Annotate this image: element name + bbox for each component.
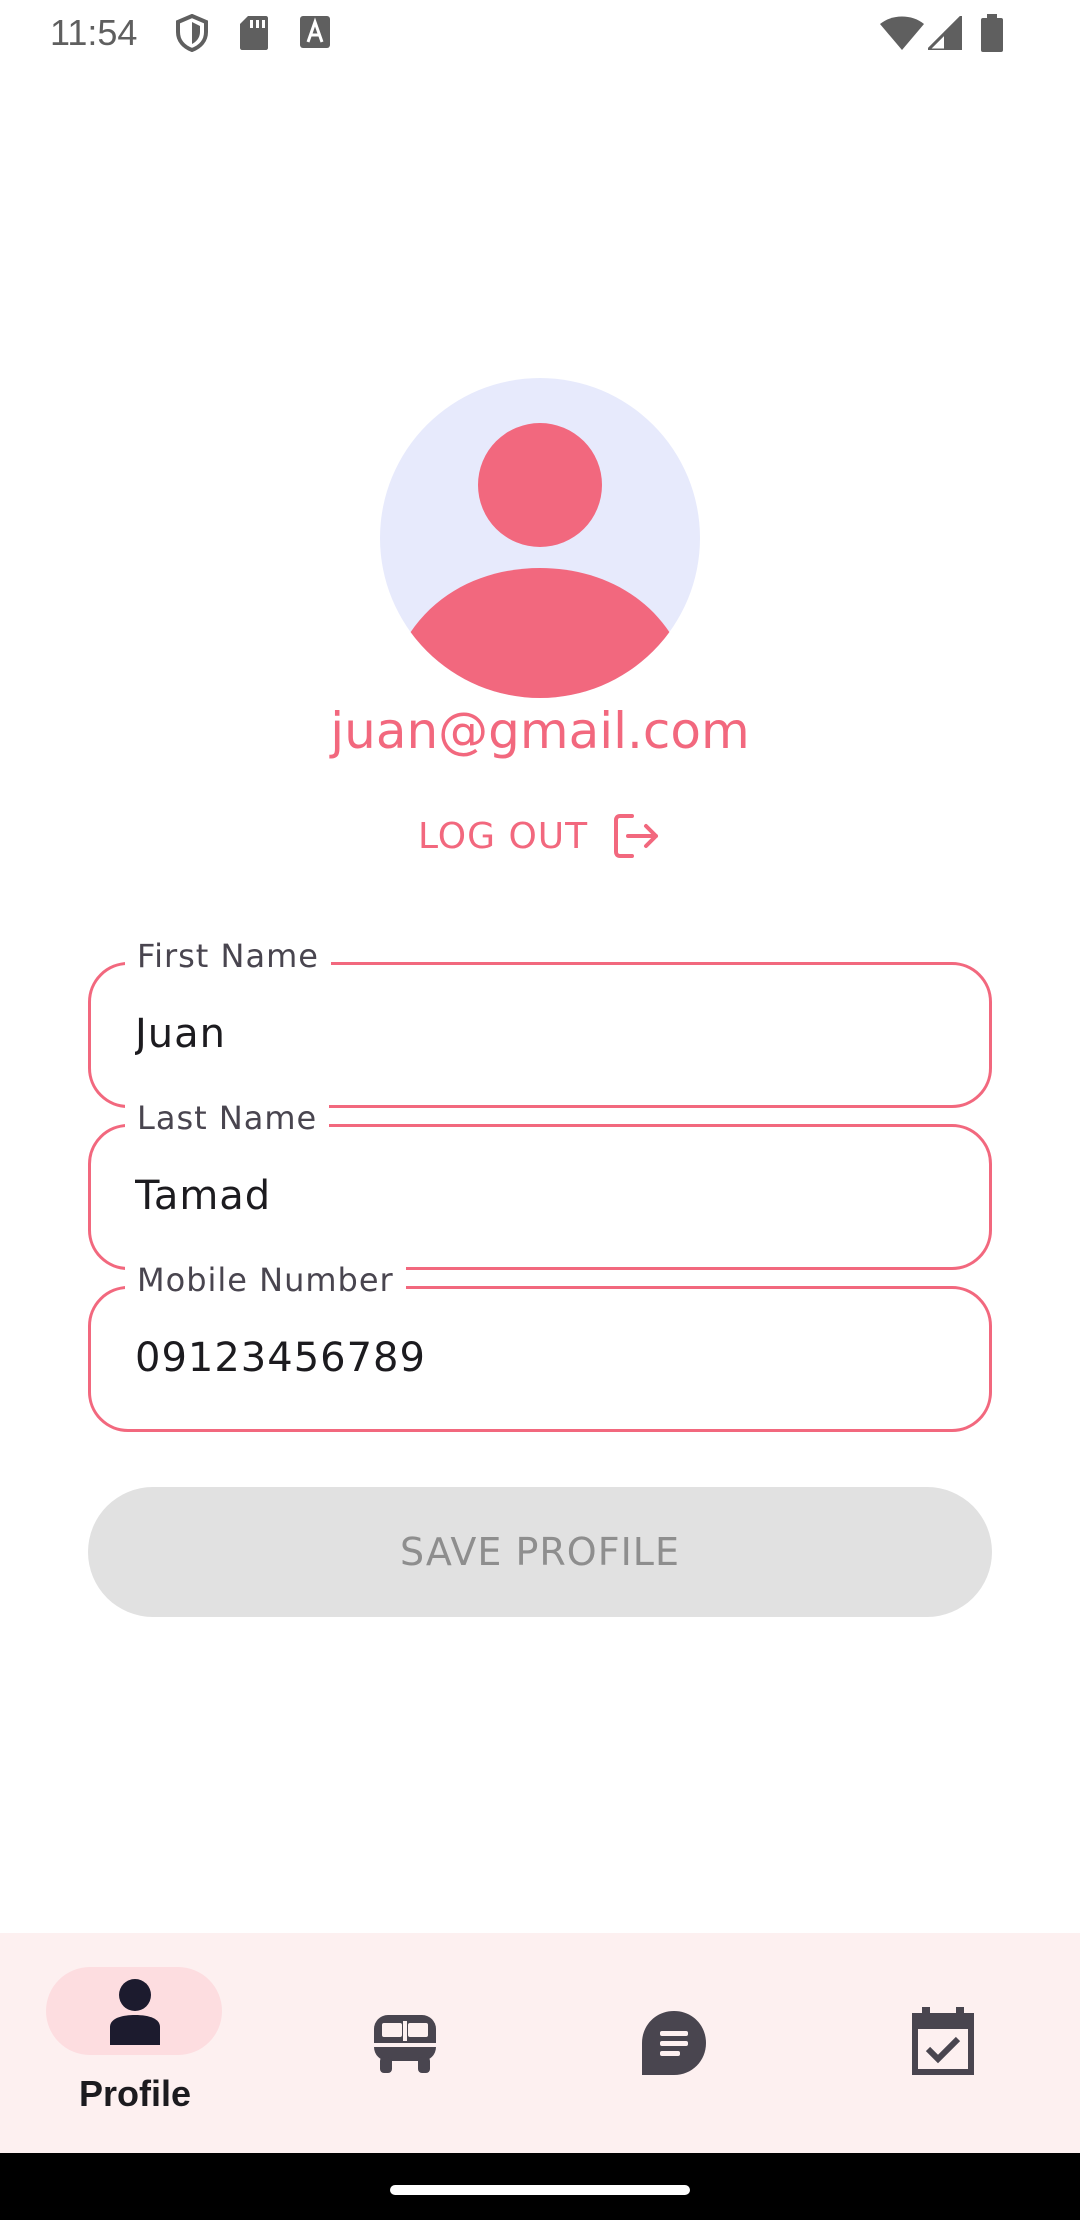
person-icon	[110, 1979, 160, 2045]
nav-label-profile: Profile	[78, 2073, 192, 2114]
mobile-number-input[interactable]	[135, 1335, 935, 1381]
nav-item-profile[interactable]: Profile	[0, 1933, 270, 2153]
status-bar: 11:54	[0, 0, 1080, 66]
status-time: 11:54	[50, 12, 138, 53]
person-avatar-icon	[380, 378, 700, 698]
first-name-label: First Name	[125, 937, 331, 975]
last-name-input[interactable]	[135, 1173, 935, 1219]
last-name-label: Last Name	[125, 1099, 330, 1137]
mobile-number-label: Mobile Number	[125, 1261, 406, 1299]
first-name-field[interactable]: First Name	[88, 937, 992, 1108]
user-email: juan@gmail.com	[330, 702, 750, 760]
home-gesture-handle[interactable]	[390, 2185, 690, 2195]
wifi-icon	[880, 16, 924, 50]
save-profile-button[interactable]: SAVE PROFILE	[88, 1487, 992, 1617]
logout-icon	[614, 814, 659, 858]
nav-item-bus[interactable]	[270, 1933, 540, 2153]
nav-item-chat[interactable]	[540, 1933, 810, 2153]
chat-icon	[642, 2011, 706, 2075]
signal-icon	[928, 16, 962, 50]
nav-item-calendar[interactable]	[810, 1933, 1080, 2153]
first-name-input[interactable]	[135, 1011, 935, 1057]
bottom-navigation: Profile	[0, 1933, 1080, 2153]
sd-card-icon	[240, 16, 268, 50]
calendar-check-icon	[912, 2007, 974, 2075]
gesture-navigation-bar	[0, 2153, 1080, 2220]
mobile-number-field[interactable]: Mobile Number	[88, 1261, 992, 1432]
bus-icon	[374, 2015, 436, 2073]
logout-label: LOG OUT	[418, 815, 589, 857]
logout-button[interactable]: LOG OUT	[418, 808, 662, 864]
battery-icon	[981, 14, 1003, 52]
shield-icon	[176, 14, 208, 52]
font-a-icon	[300, 16, 330, 48]
last-name-field[interactable]: Last Name	[88, 1099, 992, 1270]
